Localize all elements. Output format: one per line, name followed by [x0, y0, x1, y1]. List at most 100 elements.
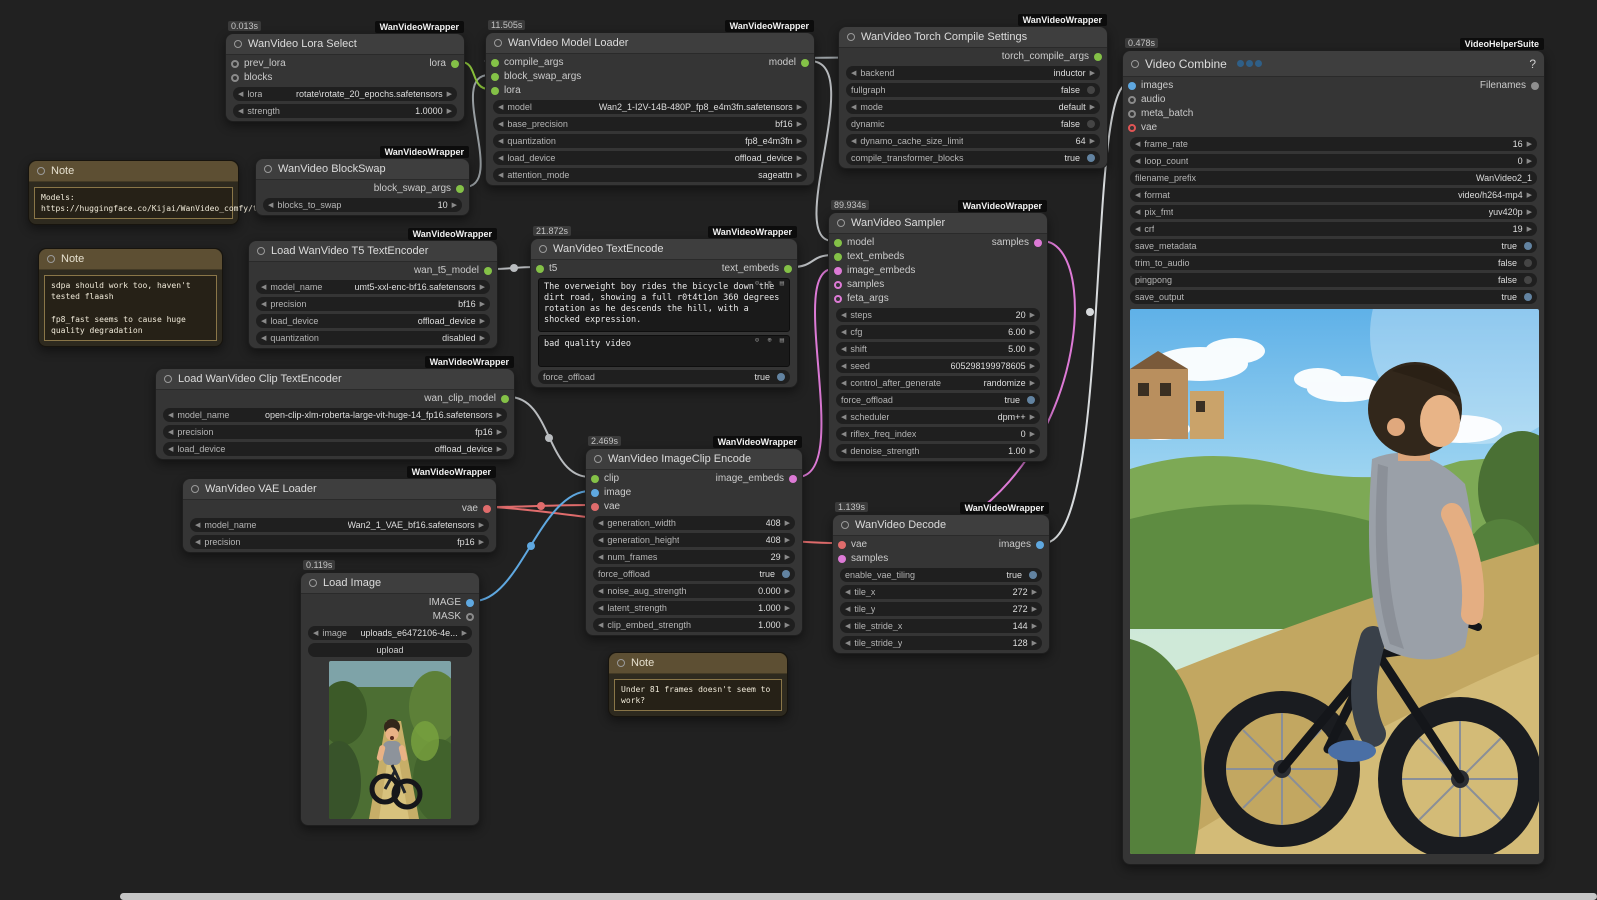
- widget-model-name[interactable]: ◀ model_name umt5-xxl-enc-bf16.safetensors…: [256, 280, 490, 294]
- negative-prompt-textarea[interactable]: ⊙ ⊕ ▤ bad quality video: [538, 335, 790, 367]
- output-slot-torch-compile-args[interactable]: torch_compile_args: [997, 51, 1107, 62]
- widget-compile-transformer-blocks[interactable]: compile_transformer_blocks true: [846, 151, 1100, 165]
- widget-precision[interactable]: ◀ precision fp16 ▶: [190, 535, 489, 549]
- input-slot-samples[interactable]: samples: [833, 553, 893, 564]
- arrow-left-icon[interactable]: ◀: [261, 301, 266, 308]
- widget-noise-aug-strength[interactable]: ◀ noise_aug_strength 0.000 ▶: [593, 584, 795, 598]
- input-slot-audio[interactable]: audio: [1123, 94, 1198, 105]
- arrow-left-icon[interactable]: ◀: [841, 346, 846, 353]
- slot-dot[interactable]: [838, 540, 846, 549]
- arrow-right-icon[interactable]: ▶: [1032, 606, 1037, 613]
- widget-crf[interactable]: ◀ crf 19 ▶: [1130, 222, 1537, 236]
- slot-dot[interactable]: [1128, 109, 1136, 118]
- node-title-bar[interactable]: Load WanVideo Clip TextEncoder: [156, 369, 514, 390]
- arrow-left-icon[interactable]: ◀: [1135, 192, 1140, 199]
- arrow-left-icon[interactable]: ◀: [498, 172, 503, 179]
- slot-dot[interactable]: [834, 280, 842, 289]
- widget-tile-stride-x[interactable]: ◀ tile_stride_x 144 ▶: [840, 619, 1042, 633]
- widget-steps[interactable]: ◀ steps 20 ▶: [836, 308, 1040, 322]
- input-slot-clip[interactable]: clip: [586, 473, 636, 484]
- widget-force-offload[interactable]: force_offload true: [836, 393, 1040, 407]
- arrow-left-icon[interactable]: ◀: [851, 138, 856, 145]
- arrow-left-icon[interactable]: ◀: [845, 623, 850, 630]
- collapse-icon[interactable]: [234, 40, 242, 48]
- arrow-left-icon[interactable]: ◀: [261, 318, 266, 325]
- collapse-icon[interactable]: [164, 375, 172, 383]
- collapse-icon[interactable]: [37, 167, 45, 175]
- collapse-icon[interactable]: [47, 255, 55, 263]
- arrow-right-icon[interactable]: ▶: [785, 605, 790, 612]
- arrow-left-icon[interactable]: ◀: [313, 630, 318, 637]
- slot-dot[interactable]: [591, 502, 599, 511]
- widget-model-name[interactable]: ◀ model_name Wan2_1_VAE_bf16.safetensors ▶: [190, 518, 489, 532]
- arrow-left-icon[interactable]: ◀: [598, 605, 603, 612]
- output-slot-vae[interactable]: vae: [457, 503, 496, 514]
- widget-force-offload[interactable]: force_offload true: [538, 370, 790, 384]
- input-slot-image-embeds[interactable]: image_embeds: [829, 265, 920, 276]
- arrow-left-icon[interactable]: ◀: [841, 414, 846, 421]
- widget-scheduler[interactable]: ◀ scheduler dpm++ ▶: [836, 410, 1040, 424]
- widget-force-offload[interactable]: force_offload true: [593, 567, 795, 581]
- arrow-right-icon[interactable]: ▶: [480, 318, 485, 325]
- output-slot-model[interactable]: model: [764, 57, 814, 68]
- arrow-right-icon[interactable]: ▶: [797, 104, 802, 111]
- arrow-right-icon[interactable]: ▶: [480, 284, 485, 291]
- output-slot-wan-clip-model[interactable]: wan_clip_model: [419, 393, 514, 404]
- widget-quantization[interactable]: ◀ quantization fp8_e4m3fn ▶: [493, 134, 807, 148]
- widget-save-output[interactable]: save_output true: [1130, 290, 1537, 304]
- arrow-right-icon[interactable]: ▶: [1030, 312, 1035, 319]
- widget-pingpong[interactable]: pingpong false: [1130, 273, 1537, 287]
- widget-denoise-strength[interactable]: ◀ denoise_strength 1.00 ▶: [836, 444, 1040, 458]
- arrow-left-icon[interactable]: ◀: [195, 522, 200, 529]
- arrow-right-icon[interactable]: ▶: [1527, 209, 1532, 216]
- toggle-knob[interactable]: [777, 373, 785, 381]
- widget-enable-vae-tiling[interactable]: enable_vae_tiling true: [840, 568, 1042, 582]
- widget-trim-to-audio[interactable]: trim_to_audio false: [1130, 256, 1537, 270]
- arrow-right-icon[interactable]: ▶: [1030, 346, 1035, 353]
- slot-dot[interactable]: [591, 488, 599, 497]
- collapse-icon[interactable]: [847, 33, 855, 41]
- arrow-left-icon[interactable]: ◀: [598, 520, 603, 527]
- widget-model[interactable]: ◀ model Wan2_1-I2V-14B-480P_fp8_e4m3fn.saf…: [493, 100, 807, 114]
- arrow-left-icon[interactable]: ◀: [845, 640, 850, 647]
- node-title-bar[interactable]: WanVideo VAE Loader: [183, 479, 496, 500]
- arrow-right-icon[interactable]: ▶: [785, 588, 790, 595]
- input-slot-image[interactable]: image: [586, 487, 636, 498]
- arrow-left-icon[interactable]: ◀: [851, 70, 856, 77]
- arrow-right-icon[interactable]: ▶: [480, 301, 485, 308]
- slot-dot[interactable]: [789, 474, 797, 483]
- arrow-right-icon[interactable]: ▶: [1032, 640, 1037, 647]
- slot-dot[interactable]: [484, 266, 492, 275]
- node-title-bar[interactable]: WanVideo Torch Compile Settings: [839, 27, 1107, 48]
- collapse-icon[interactable]: [494, 39, 502, 47]
- output-slot-image[interactable]: IMAGE: [424, 597, 479, 608]
- slot-dot[interactable]: [501, 394, 509, 403]
- arrow-left-icon[interactable]: ◀: [168, 429, 173, 436]
- slot-dot[interactable]: [483, 504, 491, 513]
- widget-fullgraph[interactable]: fullgraph false: [846, 83, 1100, 97]
- arrow-right-icon[interactable]: ▶: [1030, 448, 1035, 455]
- collapse-icon[interactable]: [594, 455, 602, 463]
- arrow-left-icon[interactable]: ◀: [841, 448, 846, 455]
- slot-dot[interactable]: [466, 598, 474, 607]
- node-note-models[interactable]: Note Models: https://huggingface.co/Kija…: [28, 160, 296, 226]
- arrow-left-icon[interactable]: ◀: [168, 412, 173, 419]
- slot-dot[interactable]: [834, 238, 842, 247]
- node-title-bar[interactable]: WanVideo Decode: [833, 515, 1049, 536]
- node-wanvideo-vae-loader[interactable]: WanVideoWrapper WanVideo VAE Loader vae …: [182, 466, 497, 553]
- video-preview[interactable]: [1130, 309, 1539, 854]
- slot-dot[interactable]: [231, 59, 239, 68]
- slot-dot[interactable]: [1128, 123, 1136, 132]
- node-title-bar[interactable]: Note: [39, 249, 222, 270]
- node-load-wanvideo-clip-textencoder[interactable]: WanVideoWrapper Load WanVideo Clip TextE…: [155, 356, 515, 460]
- node-note-frames[interactable]: Note Under 81 frames doesn't seem to wor…: [608, 652, 788, 718]
- input-slot-lora[interactable]: lora: [486, 85, 586, 96]
- arrow-right-icon[interactable]: ▶: [497, 429, 502, 436]
- node-title-bar[interactable]: WanVideo Sampler: [829, 213, 1047, 234]
- collapse-icon[interactable]: [191, 485, 199, 493]
- help-icon[interactable]: ?: [1529, 57, 1536, 71]
- node-video-combine[interactable]: 0.478s VideoHelperSuite Video Combine ? …: [1122, 38, 1545, 865]
- toggle-knob[interactable]: [1524, 242, 1532, 250]
- toggle-knob[interactable]: [782, 570, 790, 578]
- arrow-right-icon[interactable]: ▶: [797, 121, 802, 128]
